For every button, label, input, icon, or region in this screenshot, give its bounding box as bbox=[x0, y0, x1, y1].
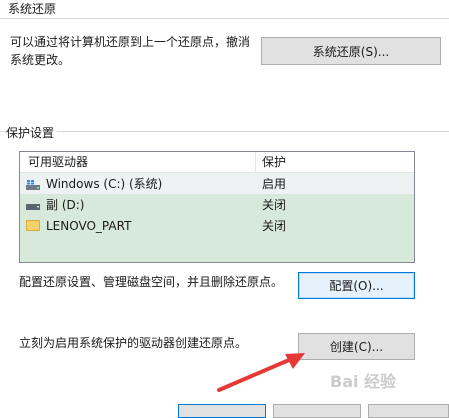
create-description: 立刻为启用系统保护的驱动器创建还原点。 bbox=[19, 336, 248, 350]
protection-settings-section-title: 保护设置 bbox=[6, 124, 58, 141]
drive-status: 关闭 bbox=[262, 198, 287, 212]
cancel-button-partial[interactable] bbox=[273, 404, 361, 418]
configure-button[interactable]: 配置(O)... bbox=[298, 272, 415, 299]
system-restore-description-line2: 系统更改。 bbox=[10, 53, 71, 67]
drive-status: 关闭 bbox=[262, 219, 287, 233]
system-restore-button[interactable]: 系统还原(S)... bbox=[261, 37, 441, 65]
configure-description: 配置还原设置、管理磁盘空间，并且删除还原点。 bbox=[19, 275, 284, 289]
column-header-protection[interactable]: 保护 bbox=[256, 152, 286, 172]
drive-row-d[interactable]: 副 (D:) 关闭 bbox=[20, 194, 414, 215]
folder-icon bbox=[26, 220, 40, 231]
drive-status: 启用 bbox=[262, 177, 287, 191]
drive-list[interactable]: 可用驱动器 保护 Windows (C:) (系统) 启用 副 (D:) 关闭 … bbox=[19, 151, 415, 263]
create-button[interactable]: 创建(C)... bbox=[298, 333, 415, 360]
ok-button-partial[interactable] bbox=[178, 404, 266, 418]
drive-row-lenovo[interactable]: LENOVO_PART 关闭 bbox=[20, 215, 414, 236]
drive-list-header: 可用驱动器 保护 bbox=[20, 152, 414, 173]
watermark-text: Bai 经验 bbox=[330, 372, 397, 391]
system-restore-section-title: 系统还原 bbox=[8, 0, 60, 17]
drive-name: Windows (C:) (系统) bbox=[46, 177, 163, 191]
column-header-drive[interactable]: 可用驱动器 bbox=[20, 152, 256, 172]
system-restore-description-line1: 可以通过将计算机还原到上一个还原点，撤消 bbox=[10, 35, 251, 49]
drive-name: 副 (D:) bbox=[46, 198, 85, 212]
drive-list-empty-area bbox=[20, 235, 414, 262]
apply-button-partial[interactable] bbox=[368, 404, 449, 418]
windows-drive-icon bbox=[26, 179, 40, 190]
drive-icon bbox=[26, 200, 40, 210]
drive-name: LENOVO_PART bbox=[46, 218, 132, 233]
arrow-annotation-icon bbox=[217, 353, 305, 392]
drive-row-c[interactable]: Windows (C:) (系统) 启用 bbox=[20, 173, 414, 194]
